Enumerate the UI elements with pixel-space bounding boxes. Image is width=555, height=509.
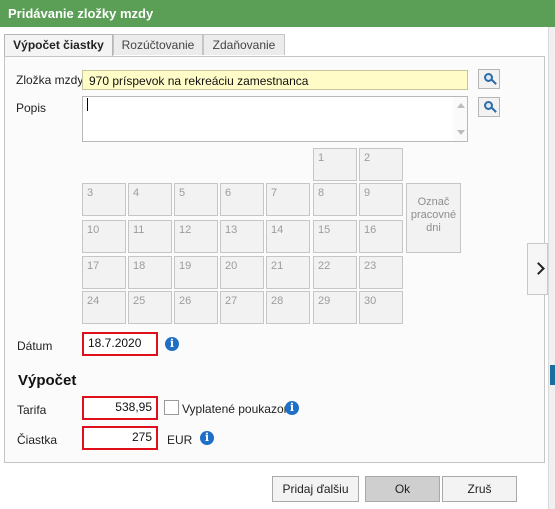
expand-panel-button[interactable]	[527, 243, 548, 295]
datum-field[interactable]: 18.7.2020	[82, 332, 158, 356]
mark-working-days-button[interactable]: Označ pracovné dni	[406, 183, 461, 253]
info-icon[interactable]: i	[285, 401, 299, 415]
title-bar: Pridávanie zložky mzdy	[0, 0, 555, 27]
window-title: Pridávanie zložky mzdy	[8, 6, 154, 21]
popis-field[interactable]	[82, 96, 468, 142]
vyplatene-poukazom-checkbox[interactable]	[164, 400, 179, 415]
zlozka-lookup-button[interactable]	[478, 69, 500, 89]
popis-label: Popis	[16, 101, 47, 115]
vypocet-heading: Výpočet	[18, 372, 77, 389]
day-cell[interactable]: 7	[266, 183, 310, 216]
info-icon[interactable]: i	[165, 337, 179, 351]
currency-label: EUR	[167, 433, 193, 447]
day-cell[interactable]: 23	[359, 256, 403, 289]
day-cell[interactable]: 14	[266, 220, 310, 253]
day-cell[interactable]: 9	[359, 183, 403, 216]
tab-vypocet-ciastky[interactable]: Výpočet čiastky	[4, 34, 113, 57]
day-cell[interactable]: 28	[266, 291, 310, 324]
side-strip	[548, 27, 555, 509]
day-cell[interactable]: 18	[128, 256, 172, 289]
scroll-up-icon[interactable]	[457, 103, 465, 108]
day-cell[interactable]: 26	[174, 291, 218, 324]
info-icon[interactable]: i	[200, 431, 214, 445]
day-cell[interactable]: 25	[128, 291, 172, 324]
day-cell[interactable]: 12	[174, 220, 218, 253]
zlozka-label: Zložka mzdy	[16, 73, 84, 87]
day-cell[interactable]: 16	[359, 220, 403, 253]
vyplatene-poukazom-label: Vyplatené poukazom	[182, 402, 294, 416]
day-cell[interactable]: 1	[313, 148, 357, 181]
day-cell[interactable]: 6	[220, 183, 264, 216]
day-cell[interactable]: 15	[313, 220, 357, 253]
tab-zdanovanie[interactable]: Zdaňovanie	[203, 34, 285, 55]
day-cell[interactable]: 24	[82, 291, 126, 324]
ok-button[interactable]: Ok	[365, 476, 440, 502]
day-cell[interactable]: 13	[220, 220, 264, 253]
datum-label: Dátum	[17, 339, 53, 353]
scroll-down-icon[interactable]	[457, 130, 465, 135]
tarifa-label: Tarifa	[17, 403, 47, 417]
day-cell[interactable]: 19	[174, 256, 218, 289]
day-cell[interactable]: 11	[128, 220, 172, 253]
chevron-right-icon	[532, 262, 545, 275]
popis-lookup-button[interactable]	[478, 97, 500, 117]
zrus-button[interactable]: Zruš	[442, 476, 517, 502]
text-caret	[87, 98, 88, 111]
popis-scrollbar[interactable]	[453, 97, 467, 141]
day-cell[interactable]: 20	[220, 256, 264, 289]
tab-panel: Zložka mzdy 970 príspevok na rekreáciu z…	[4, 56, 545, 463]
day-cell[interactable]: 4	[128, 183, 172, 216]
zlozka-field[interactable]: 970 príspevok na rekreáciu zamestnanca	[82, 70, 468, 90]
day-cell[interactable]: 17	[82, 256, 126, 289]
day-cell[interactable]: 2	[359, 148, 403, 181]
ciastka-field[interactable]: 275	[82, 426, 158, 450]
day-cell[interactable]: 27	[220, 291, 264, 324]
tab-rozuctovanie[interactable]: Rozúčtovanie	[113, 34, 203, 55]
day-cell[interactable]: 21	[266, 256, 310, 289]
day-cell[interactable]: 22	[313, 256, 357, 289]
day-cell[interactable]: 30	[359, 291, 403, 324]
day-cell[interactable]: 8	[313, 183, 357, 216]
side-accent	[550, 365, 555, 385]
day-cell[interactable]: 3	[82, 183, 126, 216]
day-cell[interactable]: 10	[82, 220, 126, 253]
ciastka-label: Čiastka	[17, 433, 58, 447]
day-cell[interactable]: 5	[174, 183, 218, 216]
pridaj-dalsiu-button[interactable]: Pridaj ďalšiu	[272, 476, 359, 502]
day-cell[interactable]: 29	[313, 291, 357, 324]
tarifa-field[interactable]: 538,95	[82, 396, 158, 420]
